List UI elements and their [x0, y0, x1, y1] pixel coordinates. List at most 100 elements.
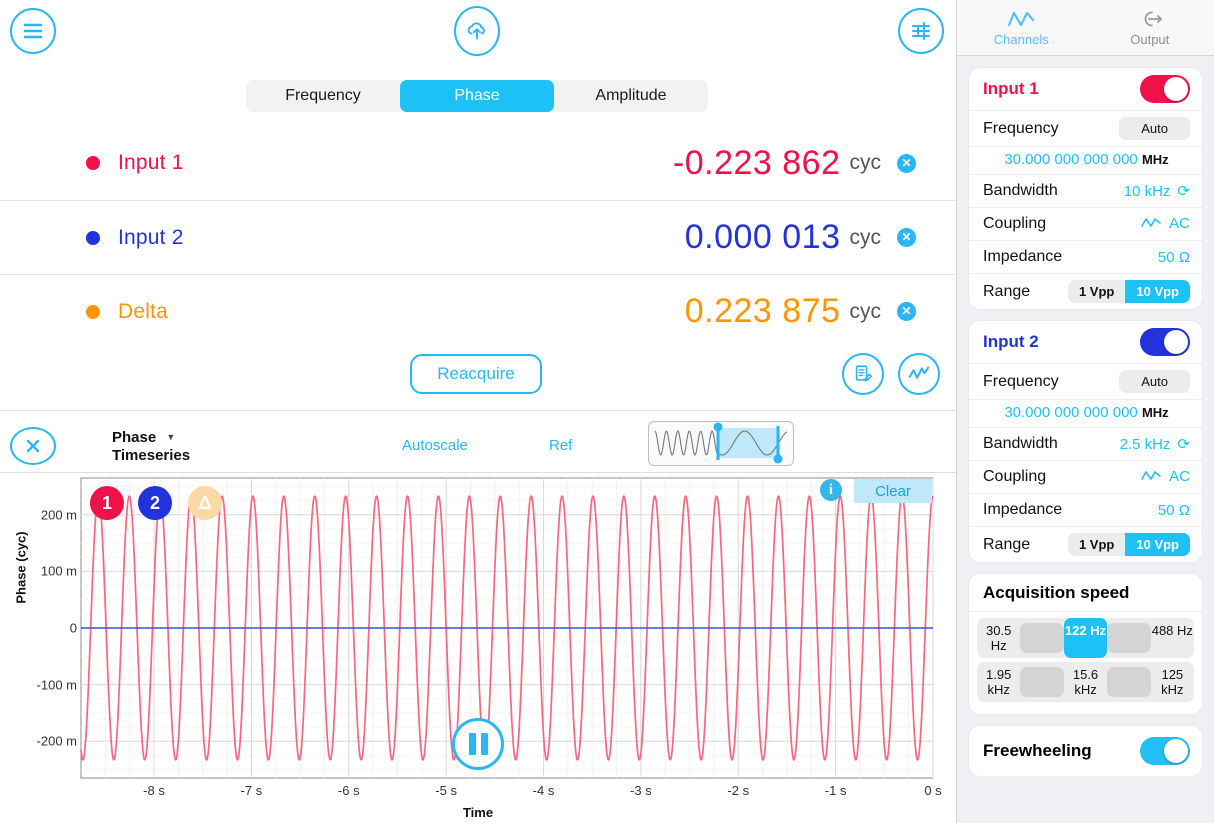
- y-axis-ticks: 200 m 100 m 0 -100 m -200 m: [5, 0, 77, 823]
- mode-tab-phase[interactable]: Phase: [400, 80, 554, 112]
- x-tick-label: -8 s: [143, 783, 165, 798]
- note-edit-icon[interactable]: [842, 353, 884, 395]
- ref-link[interactable]: Ref: [549, 437, 572, 454]
- bandwidth-row[interactable]: Bandwidth 10 kHz ⟳: [969, 175, 1202, 208]
- freewheeling-label: Freewheeling: [983, 741, 1092, 760]
- top-toolbar: [0, 0, 956, 68]
- acq-option-6[interactable]: 125 kHz: [1151, 662, 1194, 702]
- measurement-row: Input 2 0.000 013 cyc ✕: [0, 200, 956, 274]
- mode-tab-frequency[interactable]: Frequency: [246, 80, 400, 112]
- main-panel: Frequency Phase Amplitude Input 1 -0.223 86…: [0, 0, 956, 823]
- x-tick-label: -1 s: [824, 783, 847, 798]
- remove-measurement-button[interactable]: ✕: [897, 153, 916, 173]
- action-toolbar: Reacquire: [0, 352, 956, 410]
- sidebar-tab-channels[interactable]: Channels: [957, 0, 1086, 55]
- acquisition-speed-row-1[interactable]: 30.5 Hz 122 Hz 488 Hz: [977, 618, 1194, 658]
- frequency-unit: MHz: [1141, 405, 1169, 420]
- channel-color-dot: [86, 304, 100, 319]
- autoscale-link[interactable]: Autoscale: [402, 437, 468, 454]
- remove-measurement-button[interactable]: ✕: [897, 302, 916, 321]
- x-tick-label: -3 s: [630, 783, 652, 798]
- frequency-value-row[interactable]: 30.000 000 000 000 MHz: [969, 400, 1202, 428]
- bandwidth-label: Bandwidth: [983, 182, 1058, 199]
- sidebar-tab-output[interactable]: Output: [1086, 0, 1214, 55]
- coupling-row[interactable]: Coupling AC: [969, 461, 1202, 494]
- freewheeling-toggle[interactable]: [1140, 737, 1190, 765]
- chevron-down-icon[interactable]: ▼: [166, 432, 175, 442]
- cursor-badge-2[interactable]: 2: [138, 486, 172, 520]
- coupling-row[interactable]: Coupling AC: [969, 208, 1202, 241]
- refresh-icon[interactable]: ⟳: [1177, 436, 1190, 453]
- remove-measurement-button[interactable]: ✕: [897, 228, 916, 247]
- bandwidth-row[interactable]: Bandwidth 2.5 kHz ⟳: [969, 428, 1202, 461]
- coupling-label: Coupling: [983, 215, 1047, 232]
- acq-option-2[interactable]: 122 Hz: [1063, 618, 1108, 658]
- chart-area[interactable]: [0, 472, 956, 823]
- x-tick-label: -5 s: [435, 783, 457, 798]
- plot-title[interactable]: Phase ▼ Timeseries: [112, 428, 190, 465]
- sliders-settings-icon[interactable]: [898, 8, 944, 54]
- plot-title-line1: Phase: [112, 429, 157, 446]
- frequency-auto-button[interactable]: Auto: [1119, 117, 1190, 140]
- sidebar-tab-output-label: Output: [1130, 32, 1170, 47]
- mode-tabs[interactable]: Frequency Phase Amplitude: [246, 80, 708, 112]
- frequency-row: Frequency Auto: [969, 364, 1202, 400]
- measurement-value: 0.223 875: [684, 292, 841, 330]
- range-option-1[interactable]: 1 Vpp: [1068, 533, 1125, 556]
- coupling-value: AC: [1169, 215, 1190, 232]
- acq-option-3[interactable]: 488 Hz: [1151, 618, 1194, 658]
- frequency-unit: MHz: [1141, 152, 1169, 167]
- range-option-2[interactable]: 10 Vpp: [1125, 533, 1190, 556]
- pause-button[interactable]: [452, 718, 504, 770]
- channel-card-1: Input 1 Frequency Auto 30.000 000 000 000 M…: [969, 68, 1202, 309]
- impedance-row[interactable]: Impedance 50 Ω: [969, 494, 1202, 527]
- ac-wave-icon: [1141, 218, 1161, 227]
- frequency-label: Frequency: [983, 119, 1059, 137]
- y-tick-label: 0: [69, 620, 77, 636]
- y-tick-label: -200 m: [36, 733, 77, 749]
- range-row: Range 1 Vpp 10 Vpp: [969, 274, 1202, 309]
- waveform-navigator[interactable]: [648, 421, 794, 466]
- cursor-badge-1[interactable]: 1: [90, 486, 124, 520]
- cloud-upload-icon[interactable]: [454, 6, 500, 56]
- cursor-badge-3[interactable]: Δ: [188, 486, 222, 520]
- output-arrow-icon: [1144, 11, 1162, 27]
- channel-enable-toggle[interactable]: [1140, 75, 1190, 103]
- x-tick-label: 0 s: [924, 783, 942, 798]
- refresh-icon[interactable]: ⟳: [1177, 183, 1190, 200]
- trend-chart-icon[interactable]: [898, 353, 940, 395]
- reacquire-button[interactable]: Reacquire: [410, 354, 542, 394]
- frequency-value-row[interactable]: 30.000 000 000 000 MHz: [969, 147, 1202, 175]
- measurement-unit: cyc: [849, 299, 882, 323]
- x-tick-label: -6 s: [337, 783, 360, 798]
- x-tick-label: -2 s: [727, 783, 750, 798]
- freewheeling-card: Freewheeling: [969, 726, 1202, 776]
- range-options[interactable]: 1 Vpp 10 Vpp: [1067, 280, 1190, 303]
- channel-enable-toggle[interactable]: [1140, 328, 1190, 356]
- pause-icon: [468, 733, 476, 755]
- frequency-auto-button[interactable]: Auto: [1119, 370, 1190, 393]
- acquisition-speed-row-2[interactable]: 1.95 kHz 15.6 kHz 125 kHz: [977, 662, 1194, 702]
- channel-card-header: Input 1: [969, 68, 1202, 111]
- impedance-row[interactable]: Impedance 50 Ω: [969, 241, 1202, 274]
- measurement-value: 0.000 013: [684, 218, 841, 256]
- measurement-row: Delta 0.223 875 cyc ✕: [0, 274, 956, 348]
- clear-button[interactable]: Clear: [854, 479, 932, 503]
- x-axis-label: Time: [462, 805, 494, 820]
- info-icon[interactable]: i: [820, 479, 842, 501]
- range-row: Range 1 Vpp 10 Vpp: [969, 527, 1202, 562]
- sidebar-tab-channels-label: Channels: [993, 32, 1049, 47]
- bandwidth-label: Bandwidth: [983, 435, 1058, 452]
- range-option-1[interactable]: 1 Vpp: [1068, 280, 1125, 303]
- measurement-value: -0.223 862: [672, 143, 841, 182]
- acq-option-5[interactable]: 15.6 kHz: [1064, 662, 1107, 702]
- frequency-row: Frequency Auto: [969, 111, 1202, 147]
- sidebar-tabs[interactable]: Channels Output: [957, 0, 1214, 56]
- range-option-2[interactable]: 10 Vpp: [1125, 280, 1190, 303]
- measurement-name: Input 2: [118, 225, 184, 249]
- mode-tab-amplitude[interactable]: Amplitude: [554, 80, 708, 112]
- range-options[interactable]: 1 Vpp 10 Vpp: [1067, 533, 1190, 556]
- acq-option-4[interactable]: 1.95 kHz: [977, 662, 1020, 702]
- impedance-label: Impedance: [983, 501, 1063, 518]
- acq-option-1[interactable]: 30.5 Hz: [977, 618, 1020, 658]
